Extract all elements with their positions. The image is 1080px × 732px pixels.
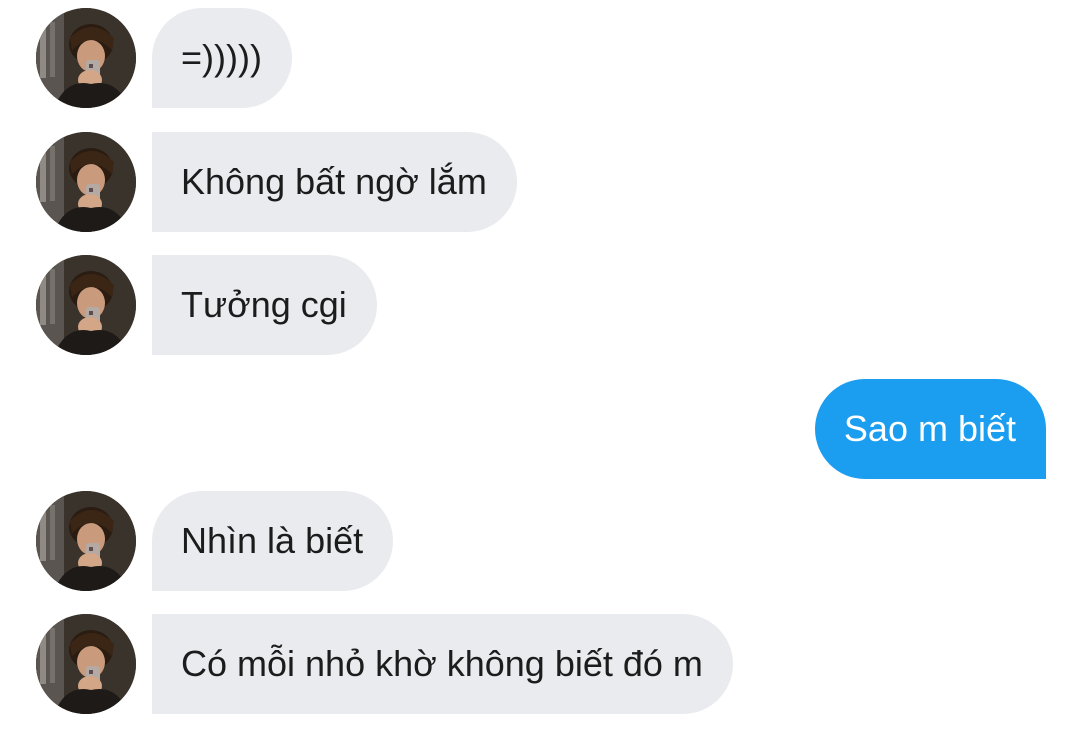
message-row: Tưởng cgi (0, 255, 1080, 355)
incoming-message-bubble[interactable]: Có mỗi nhỏ khờ không biết đó m (152, 614, 733, 714)
message-text: =))))) (181, 37, 262, 78)
contact-avatar[interactable] (36, 132, 136, 232)
message-row: Nhìn là biết (0, 491, 1080, 591)
avatar-photo-icon (36, 8, 136, 108)
contact-avatar[interactable] (36, 614, 136, 714)
contact-avatar[interactable] (36, 255, 136, 355)
contact-avatar[interactable] (36, 8, 136, 108)
message-text: Có mỗi nhỏ khờ không biết đó m (181, 643, 703, 684)
message-row: Không bất ngờ lắm (0, 132, 1080, 232)
message-text: Sao m biết (843, 408, 1016, 449)
message-row: =))))) (0, 8, 1080, 108)
message-row: Sao m biết (0, 379, 1080, 479)
message-thread: =))))) Không bất ngờ lắm Tưởng cgi Sao m… (0, 0, 1080, 732)
avatar-photo-icon (36, 132, 136, 232)
incoming-message-bubble[interactable]: Nhìn là biết (152, 491, 394, 591)
contact-avatar[interactable] (36, 491, 136, 591)
incoming-message-bubble[interactable]: =))))) (152, 8, 292, 108)
avatar-photo-icon (36, 491, 136, 591)
incoming-message-bubble[interactable]: Không bất ngờ lắm (152, 132, 517, 232)
message-text: Không bất ngờ lắm (181, 161, 487, 202)
avatar-photo-icon (36, 255, 136, 355)
outgoing-message-bubble[interactable]: Sao m biết (814, 379, 1046, 479)
message-text: Tưởng cgi (181, 284, 347, 325)
incoming-message-bubble[interactable]: Tưởng cgi (152, 255, 377, 355)
message-text: Nhìn là biết (181, 520, 364, 561)
avatar-photo-icon (36, 614, 136, 714)
message-row: Có mỗi nhỏ khờ không biết đó m (0, 614, 1080, 714)
